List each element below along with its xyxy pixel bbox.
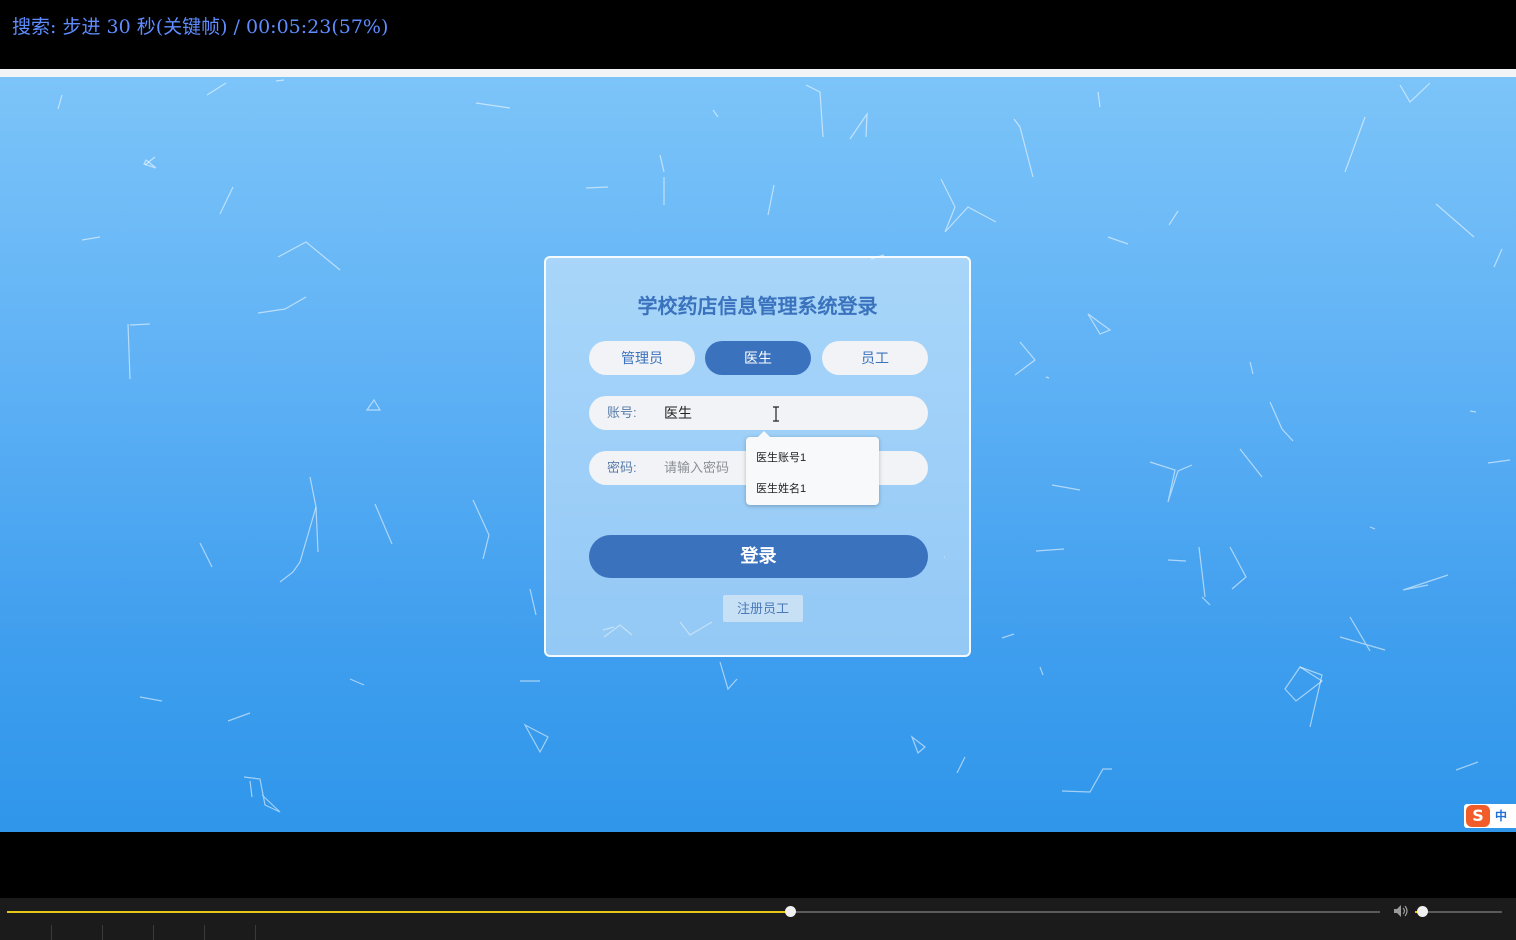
volume-handle[interactable]: [1416, 906, 1428, 917]
top-divider: [0, 69, 1516, 77]
role-tab-admin[interactable]: 管理员: [589, 341, 695, 375]
account-label: 账号:: [607, 405, 637, 420]
control-button[interactable]: [102, 925, 154, 940]
control-button[interactable]: [0, 925, 52, 940]
autocomplete-option[interactable]: 医生账号1: [756, 449, 806, 465]
volume-icon[interactable]: [1393, 904, 1409, 918]
seek-bar[interactable]: [7, 906, 1380, 917]
login-card: 学校药店信息管理系统登录 管理员 医生 员工 账号: 医生 密码: 请输入密码 …: [544, 256, 971, 657]
sogou-logo-icon: S: [1466, 805, 1490, 827]
control-button[interactable]: [51, 925, 103, 940]
seek-progress-fill: [7, 911, 790, 913]
video-frame: 学校药店信息管理系统登录 管理员 医生 员工 账号: 医生 密码: 请输入密码 …: [0, 77, 1516, 832]
register-staff-link[interactable]: 注册员工: [723, 595, 803, 622]
account-field[interactable]: 账号: 医生: [589, 396, 928, 430]
autocomplete-option[interactable]: 医生姓名1: [756, 480, 806, 496]
text-cursor-icon: [773, 406, 779, 422]
control-button[interactable]: [204, 925, 256, 940]
login-title: 学校药店信息管理系统登录: [637, 296, 878, 318]
login-button[interactable]: 登录: [589, 535, 928, 578]
player-osd-text: 搜索: 步进 30 秒(关键帧) / 00:05:23(57%): [12, 16, 389, 38]
role-tab-doctor[interactable]: 医生: [705, 341, 811, 375]
control-button[interactable]: [153, 925, 205, 940]
seek-handle[interactable]: [784, 906, 796, 917]
player-controls: [0, 898, 1516, 940]
control-button-row: [0, 925, 1516, 940]
volume-slider[interactable]: [1415, 906, 1502, 917]
account-input[interactable]: 医生: [664, 396, 914, 430]
ime-language-indicator[interactable]: 中: [1495, 807, 1507, 824]
ime-status-bar[interactable]: S 中: [1464, 804, 1516, 828]
role-tab-staff[interactable]: 员工: [822, 341, 928, 375]
password-label: 密码:: [607, 460, 637, 475]
autocomplete-dropdown: 医生账号1 医生姓名1: [746, 431, 879, 505]
dropdown-caret-icon: [758, 431, 770, 437]
